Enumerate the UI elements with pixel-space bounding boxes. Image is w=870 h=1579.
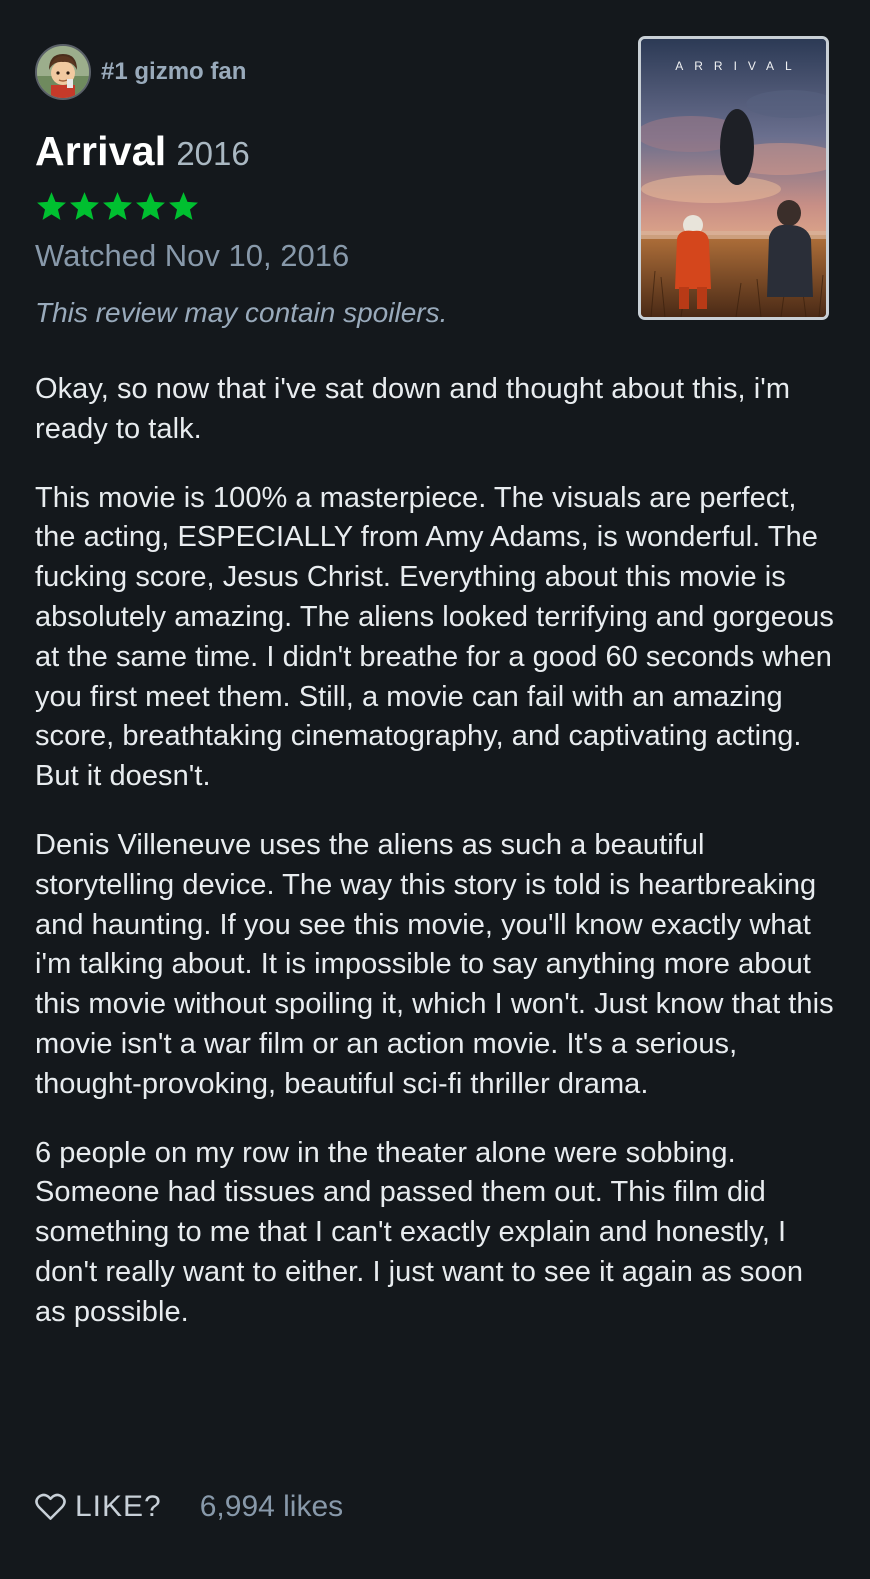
review-page: #1 gizmo fan Arrival 2016 Watched Nov 10… [0, 0, 870, 1579]
star-rating [35, 190, 200, 223]
star-icon [70, 192, 99, 220]
star-icon [169, 192, 198, 220]
film-title-row: Arrival 2016 [35, 128, 250, 175]
review-paragraph: 6 people on my row in the theater alone … [35, 1136, 804, 1328]
review-paragraph: Denis Villeneuve uses the aliens as such… [35, 828, 834, 1100]
like-button[interactable]: LIKE? [35, 1490, 162, 1524]
review-footer: LIKE? 6,994 likes [35, 1490, 343, 1524]
like-label[interactable]: LIKE? [75, 1490, 162, 1524]
review-paragraph: Okay, so now that i've sat down and thou… [35, 373, 791, 445]
avatar[interactable] [35, 44, 91, 100]
spoiler-notice: This review may contain spoilers. [35, 297, 448, 328]
poster-title: ARRIVAL [675, 59, 803, 73]
reviewer-name[interactable]: #1 gizmo fan [101, 58, 246, 86]
film-title[interactable]: Arrival [35, 128, 166, 175]
heart-icon[interactable] [35, 1493, 66, 1521]
film-year[interactable]: 2016 [176, 135, 249, 173]
reviewer-header[interactable]: #1 gizmo fan [35, 44, 246, 100]
star-icon [136, 192, 165, 220]
star-icon [103, 192, 132, 220]
review-paragraph: This movie is 100% a masterpiece. The vi… [35, 481, 834, 793]
likes-count[interactable]: 6,994 likes [200, 1490, 343, 1524]
star-icon [37, 192, 66, 220]
watched-date: Watched Nov 10, 2016 [35, 238, 350, 273]
review-body: Okay, so now that i've sat down and thou… [35, 370, 835, 1362]
film-poster[interactable]: ARRIVAL [638, 36, 829, 320]
